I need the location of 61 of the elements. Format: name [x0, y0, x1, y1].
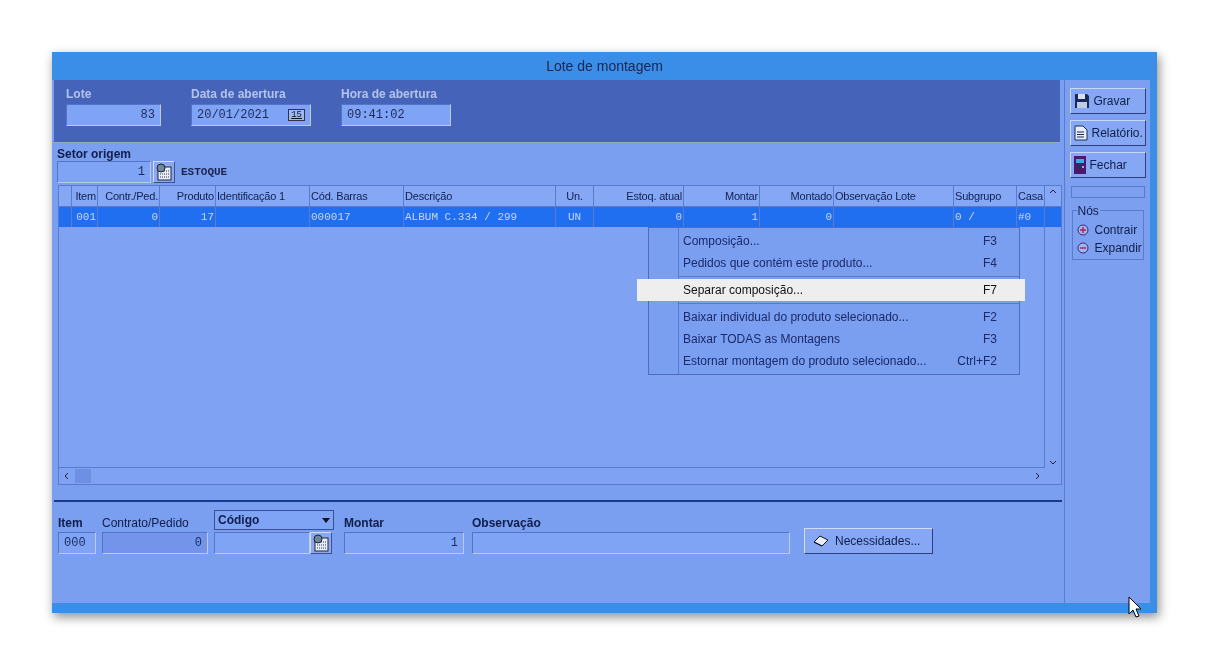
column-header[interactable]: Montar — [684, 186, 760, 206]
field-label: Montar — [344, 516, 385, 530]
toolbar-button[interactable]: Fechar — [1069, 152, 1146, 178]
column-header[interactable]: Descrição — [404, 186, 556, 206]
menu-item[interactable]: Baixar individual do produto selecionado... F2 — [649, 306, 1019, 328]
horizontal-scrollbar[interactable] — [59, 467, 1045, 484]
table-cell: #0 — [1017, 207, 1045, 227]
menu-item[interactable]: Separar composição... F7 — [637, 279, 1025, 301]
table-cell: 17 — [160, 207, 216, 227]
document-icon — [1073, 125, 1088, 141]
column-header[interactable]: Contr./Ped. — [98, 186, 160, 206]
group-title: Nós — [1076, 204, 1100, 218]
column-header[interactable]: Item — [72, 186, 98, 206]
toolbar-button[interactable]: Gravar — [1069, 88, 1146, 114]
field-label: Setor origem — [57, 147, 132, 161]
column-header[interactable]: Subgrupo — [954, 186, 1017, 206]
input-field[interactable]: 1 — [344, 532, 464, 554]
window-title: Lote de montagem — [546, 58, 663, 74]
menu-item[interactable]: Estornar montagem do produto selecionado... Ctrl+F2 — [649, 350, 1019, 372]
field-label: Data de abertura — [191, 87, 287, 101]
plus-circle-icon — [1076, 224, 1089, 236]
field-label: Item — [58, 516, 84, 530]
input-field[interactable] — [214, 532, 310, 554]
column-header[interactable]: Estoq. atual — [594, 186, 684, 206]
calendar-icon[interactable]: 15 — [288, 109, 305, 121]
scrollbar-thumb[interactable] — [75, 469, 91, 483]
field-label: Contrato/Pedido — [102, 516, 190, 530]
mouse-cursor-icon — [1128, 596, 1142, 618]
input-field[interactable]: 1 — [57, 161, 151, 183]
field-label: Lote — [66, 87, 93, 101]
table-cell: UN — [556, 207, 594, 227]
toolbar-button[interactable]: Relatório. — [1069, 120, 1146, 146]
code-dropdown[interactable]: Código — [214, 510, 334, 530]
input-field[interactable]: 000 — [58, 532, 96, 554]
field-label: Observação — [472, 516, 542, 530]
column-header[interactable]: Montado — [760, 186, 834, 206]
menu-item[interactable]: Pedidos que contém este produto... F4 — [649, 252, 1019, 274]
input-field[interactable]: 0 — [102, 532, 208, 554]
column-header[interactable]: Cód. Barras — [310, 186, 404, 206]
menu-item[interactable]: Composição... F3 — [649, 230, 1019, 252]
needs-button[interactable]: Necessidades... — [804, 528, 934, 554]
input-field[interactable]: 83 — [66, 104, 161, 126]
table-cell: 0 — [98, 207, 160, 227]
minus-circle-icon — [1076, 242, 1089, 254]
column-header[interactable]: Observação Lote — [834, 186, 954, 206]
column-header[interactable]: Identificação 1 — [216, 186, 310, 206]
menu-item[interactable]: Baixar TODAS as Montagens F3 — [649, 328, 1019, 350]
door-icon — [1073, 156, 1086, 174]
input-field[interactable] — [472, 532, 790, 554]
column-header[interactable]: Produto — [160, 186, 216, 206]
input-field[interactable]: 09:41:02 — [341, 104, 451, 126]
table-cell: ALBUM C.334 / 299 — [404, 207, 556, 227]
field-label: Hora de abertura — [341, 87, 439, 101]
column-header[interactable]: Un. — [556, 186, 594, 206]
column-header[interactable]: Casa — [1017, 186, 1045, 206]
eraser-icon — [813, 535, 829, 547]
table-cell: 001 — [72, 207, 98, 227]
table-cell: 000017 — [310, 207, 404, 227]
tree-action-button[interactable]: Contrair — [1076, 223, 1139, 237]
sector-name: ESTOQUE — [181, 166, 228, 178]
input-field[interactable]: 20/01/2021 15 — [191, 104, 311, 126]
